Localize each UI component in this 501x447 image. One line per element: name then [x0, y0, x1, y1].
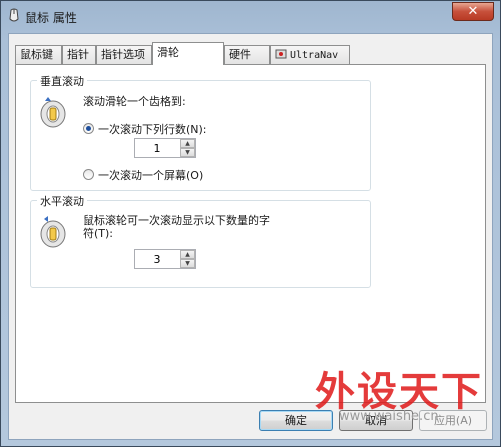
- tab-label: 鼠标键: [20, 48, 53, 61]
- chars-input[interactable]: [135, 250, 179, 268]
- tab-label: 滑轮: [157, 46, 179, 59]
- tab-wheel[interactable]: 滑轮: [152, 42, 224, 65]
- tab-buttons[interactable]: 鼠标键: [15, 45, 62, 64]
- mouse-icon: [9, 8, 19, 22]
- spin-up-button[interactable]: ▲: [180, 139, 195, 148]
- ok-button[interactable]: 确定: [259, 410, 333, 431]
- tab-label: 指针: [67, 48, 89, 61]
- radio-lines-label[interactable]: 一次滚动下列行数(N):: [98, 121, 207, 137]
- horizontal-wheel-icon: [40, 216, 66, 248]
- lines-spin-buttons: ▲ ▼: [180, 139, 195, 157]
- chars-stepper[interactable]: ▲ ▼: [134, 249, 196, 269]
- horizontal-scrolling-title: 水平滚动: [37, 193, 87, 209]
- dialog-client-area: 鼠标键 指针 指针选项 滑轮 硬件 UltraNav 垂直滚动 滚动滑轮一个齿格…: [8, 33, 493, 440]
- radio-screen-label[interactable]: 一次滚动一个屏幕(O): [98, 167, 203, 183]
- lines-input[interactable]: [135, 139, 179, 157]
- tab-hardware[interactable]: 硬件: [224, 45, 270, 64]
- tab-label: 硬件: [229, 48, 251, 61]
- horizontal-scrolling-group: 水平滚动 鼠标滚轮可一次滚动显示以下数量的字 符(T): ▲ ▼: [30, 193, 371, 288]
- radio-screen[interactable]: [83, 169, 94, 180]
- tab-strip: 鼠标键 指针 指针选项 滑轮 硬件 UltraNav: [15, 42, 485, 65]
- apply-button[interactable]: 应用(A): [419, 410, 487, 431]
- radio-lines[interactable]: [83, 123, 94, 134]
- lines-stepper[interactable]: ▲ ▼: [134, 138, 196, 158]
- vertical-scrolling-title: 垂直滚动: [37, 73, 87, 89]
- close-icon: ✕: [467, 4, 479, 19]
- tab-pointers[interactable]: 指针: [62, 45, 96, 64]
- title-bar[interactable]: 鼠标 属性 ✕: [1, 1, 500, 31]
- tab-label: 指针选项: [101, 48, 145, 61]
- mouse-properties-window: 鼠标 属性 ✕ 鼠标键 指针 指针选项 滑轮 硬件 UltraNav 垂直滚动 …: [0, 0, 501, 447]
- horizontal-prompt-line2: 符(T):: [83, 227, 114, 240]
- ultranav-icon: [275, 49, 287, 59]
- close-button[interactable]: ✕: [452, 2, 494, 21]
- window-title: 鼠标 属性: [25, 11, 77, 25]
- scroll-wheel-icon: [40, 97, 66, 128]
- spin-down-button[interactable]: ▼: [180, 259, 195, 268]
- tab-pointer-options[interactable]: 指针选项: [96, 45, 152, 64]
- spin-up-button[interactable]: ▲: [180, 250, 195, 259]
- wheel-tab-panel: 垂直滚动 滚动滑轮一个齿格到: 一次滚动下列行数(N): ▲ ▼: [15, 64, 486, 403]
- chars-spin-buttons: ▲ ▼: [180, 250, 195, 268]
- cancel-button[interactable]: 取消: [339, 410, 413, 431]
- vertical-scrolling-group: 垂直滚动 滚动滑轮一个齿格到: 一次滚动下列行数(N): ▲ ▼: [30, 73, 371, 191]
- tab-label: UltraNav: [290, 50, 339, 61]
- vertical-prompt-text: 滚动滑轮一个齿格到:: [83, 95, 186, 108]
- spin-down-button[interactable]: ▼: [180, 148, 195, 157]
- tab-ultranav[interactable]: UltraNav: [270, 45, 350, 64]
